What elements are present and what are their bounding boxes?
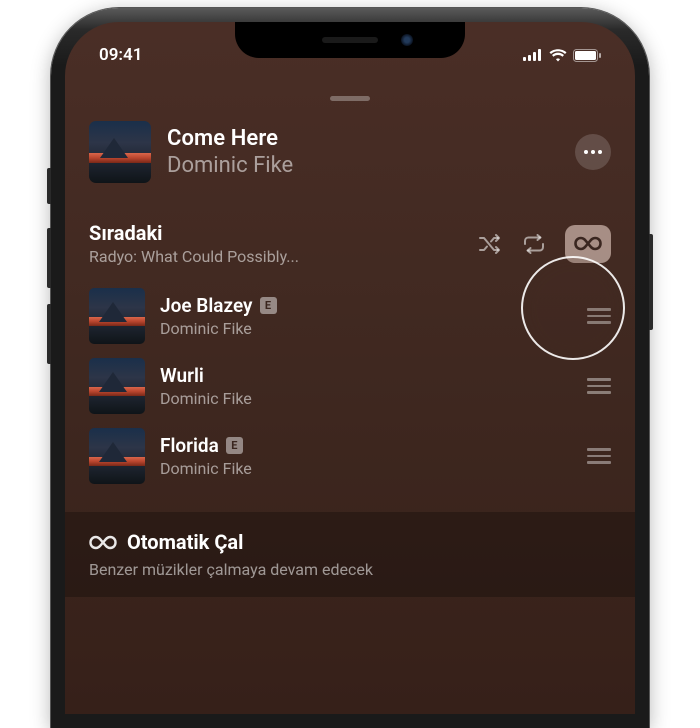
queue-item-album-art <box>89 358 145 414</box>
battery-icon <box>573 49 601 62</box>
queue-item[interactable]: Joe Blazey E Dominic Fike <box>89 288 611 344</box>
now-playing-artist: Dominic Fike <box>167 153 559 178</box>
notch <box>235 22 465 58</box>
queue-item-album-art <box>89 288 145 344</box>
status-time: 09:41 <box>99 45 142 65</box>
queue-item-title: Florida <box>160 434 219 457</box>
reorder-handle[interactable] <box>587 370 611 402</box>
queue-item-artist: Dominic Fike <box>160 319 572 338</box>
screen: 09:41 Come Here Dominic Fike <box>65 22 635 714</box>
autoplay-toggle-button[interactable] <box>565 225 611 263</box>
queue-list: Joe Blazey E Dominic Fike Wurli Dominic … <box>89 288 611 484</box>
repeat-icon <box>522 234 546 254</box>
infinity-icon <box>574 236 602 251</box>
cellular-signal-icon <box>523 49 543 61</box>
reorder-handle[interactable] <box>587 300 611 332</box>
queue-item[interactable]: Wurli Dominic Fike <box>89 358 611 414</box>
explicit-badge: E <box>226 437 243 454</box>
explicit-badge: E <box>260 297 277 314</box>
reorder-handle[interactable] <box>587 440 611 472</box>
shuffle-icon <box>478 234 502 254</box>
queue-subtitle: Radyo: What Could Possibly... <box>89 247 477 266</box>
phone-frame: 09:41 Come Here Dominic Fike <box>51 8 649 728</box>
more-options-button[interactable] <box>575 134 611 170</box>
wifi-icon <box>549 49 567 62</box>
mute-switch <box>47 168 51 204</box>
now-playing-row[interactable]: Come Here Dominic Fike <box>89 121 611 183</box>
queue-item-artist: Dominic Fike <box>160 389 572 408</box>
autoplay-description: Benzer müzikler çalmaya devam edecek <box>89 560 611 579</box>
autoplay-title: Otomatik Çal <box>127 530 243 554</box>
queue-title: Sıradaki <box>89 221 477 245</box>
repeat-button[interactable] <box>521 231 547 257</box>
queue-item-album-art <box>89 428 145 484</box>
queue-item-title: Joe Blazey <box>160 294 253 317</box>
queue-header: Sıradaki Radyo: What Could Possibly... <box>89 221 611 266</box>
speaker-grille <box>322 37 378 43</box>
now-playing-title: Come Here <box>167 126 559 151</box>
front-camera <box>401 34 413 46</box>
now-playing-album-art <box>89 121 151 183</box>
shuffle-button[interactable] <box>477 231 503 257</box>
queue-item-artist: Dominic Fike <box>160 459 572 478</box>
volume-down-button <box>47 304 51 364</box>
side-button <box>649 234 653 330</box>
queue-item-title: Wurli <box>160 364 204 387</box>
autoplay-section: Otomatik Çal Benzer müzikler çalmaya dev… <box>65 512 635 597</box>
volume-up-button <box>47 228 51 288</box>
queue-item[interactable]: Florida E Dominic Fike <box>89 428 611 484</box>
infinity-icon <box>89 535 117 550</box>
sheet-grabber[interactable] <box>330 96 370 101</box>
